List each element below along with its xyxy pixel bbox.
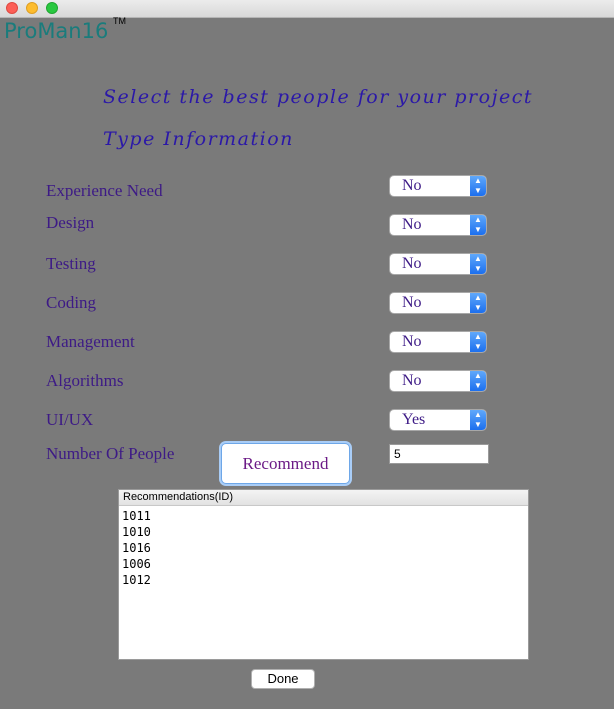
chevron-updown-icon: ▲ ▼ <box>470 215 486 235</box>
experience-need-label: Experience Need <box>46 181 163 200</box>
list-item[interactable]: 1011 <box>119 508 528 524</box>
page-title: Select the best people for your project <box>103 86 533 108</box>
testing-label: Testing <box>46 254 96 273</box>
algorithms-label: Algorithms <box>46 371 124 390</box>
chevron-updown-icon: ▲ ▼ <box>470 176 486 196</box>
uiux-label: UI/UX <box>46 410 94 429</box>
chevron-updown-icon: ▲ ▼ <box>470 332 486 352</box>
coding-label: Coding <box>46 293 97 312</box>
uiux-select[interactable]: Yes ▲ ▼ <box>390 410 486 430</box>
experience-need-select[interactable]: No ▲ ▼ <box>390 176 486 196</box>
done-button[interactable]: Done <box>251 669 315 689</box>
management-label: Management <box>46 332 135 351</box>
chevron-updown-icon: ▲ ▼ <box>470 410 486 430</box>
recommendations-list[interactable]: Recommendations(ID) 1011 1010 1016 1006 … <box>118 489 529 660</box>
minimize-window-button[interactable] <box>26 2 38 14</box>
design-label: Design <box>46 213 95 232</box>
design-value: No <box>402 216 422 233</box>
chevron-updown-icon: ▲ ▼ <box>470 254 486 274</box>
experience-need-value: No <box>402 177 422 194</box>
zoom-window-button[interactable] <box>46 2 58 14</box>
testing-select[interactable]: No ▲ ▼ <box>390 254 486 274</box>
recommendations-header: Recommendations(ID) <box>119 490 528 506</box>
coding-select[interactable]: No ▲ ▼ <box>390 293 486 313</box>
design-select[interactable]: No ▲ ▼ <box>390 215 486 235</box>
algorithms-value: No <box>402 372 422 389</box>
number-of-people-input[interactable]: 5 <box>389 444 489 464</box>
management-value: No <box>402 333 422 350</box>
section-title: Type Information <box>103 128 294 150</box>
testing-value: No <box>402 255 422 272</box>
coding-value: No <box>402 294 422 311</box>
chevron-updown-icon: ▲ ▼ <box>470 293 486 313</box>
chevron-updown-icon: ▲ ▼ <box>470 371 486 391</box>
trademark-symbol: TM <box>113 16 126 26</box>
close-window-button[interactable] <box>6 2 18 14</box>
number-of-people-label: Number Of People <box>46 444 175 463</box>
list-item[interactable]: 1006 <box>119 556 528 572</box>
uiux-value: Yes <box>402 411 426 428</box>
list-item[interactable]: 1010 <box>119 524 528 540</box>
recommend-button[interactable]: Recommend <box>221 443 350 484</box>
algorithms-select[interactable]: No ▲ ▼ <box>390 371 486 391</box>
app-logo: ProMan16 <box>4 19 109 43</box>
window-titlebar <box>0 0 614 18</box>
list-item[interactable]: 1012 <box>119 572 528 588</box>
management-select[interactable]: No ▲ ▼ <box>390 332 486 352</box>
list-item[interactable]: 1016 <box>119 540 528 556</box>
